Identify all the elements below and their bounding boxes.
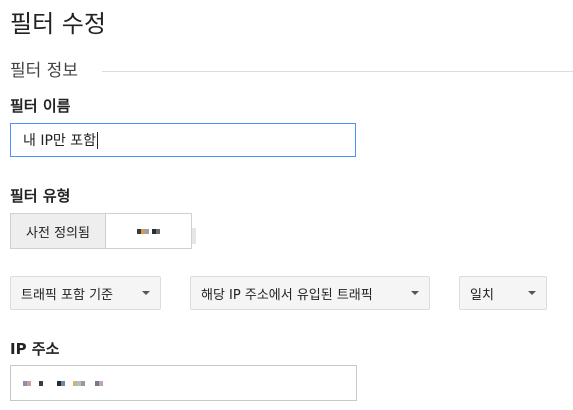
filter-name-input[interactable]: 내 IP만 포함 [10, 123, 356, 157]
page-title: 필터 수정 [10, 10, 106, 38]
custom-button[interactable] [106, 214, 191, 248]
redacted-label [137, 224, 160, 239]
text-caret [97, 131, 98, 149]
segment-scroll-edge [192, 228, 196, 244]
match-type-dropdown[interactable]: 일치 [459, 276, 547, 310]
traffic-source-dropdown[interactable]: 해당 IP 주소에서 유입된 트래픽 [190, 276, 430, 310]
chevron-down-icon [411, 291, 419, 295]
include-mode-dropdown[interactable]: 트래픽 포함 기준 [10, 276, 161, 310]
filter-name-value: 내 IP만 포함 [23, 133, 96, 149]
predefined-button[interactable]: 사전 정의됨 [11, 214, 106, 248]
match-type-label: 일치 [470, 287, 494, 303]
filter-name-label: 필터 이름 [10, 97, 71, 115]
redacted-ip-value [23, 375, 103, 391]
chevron-down-icon [528, 291, 536, 295]
ip-address-input[interactable] [10, 365, 357, 401]
section-title: 필터 정보 [10, 56, 88, 81]
chevron-down-icon [142, 291, 150, 295]
filter-type-toggle: 사전 정의됨 [10, 213, 192, 249]
section-divider [102, 71, 573, 72]
include-mode-label: 트래픽 포함 기준 [21, 287, 113, 303]
ip-address-label: IP 주소 [10, 340, 60, 358]
section-header: 필터 정보 [10, 56, 573, 81]
traffic-source-label: 해당 IP 주소에서 유입된 트래픽 [201, 287, 373, 303]
filter-type-label: 필터 유형 [10, 187, 71, 205]
